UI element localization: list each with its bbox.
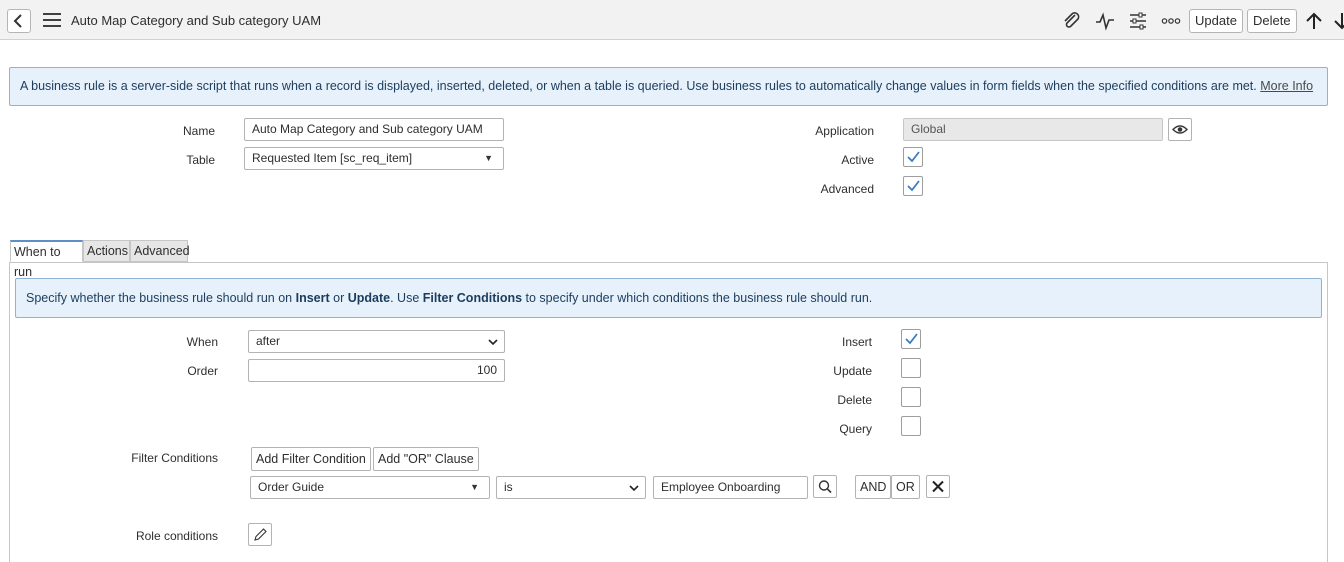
tab-advanced[interactable]: Advanced bbox=[130, 240, 190, 262]
add-filter-condition-button[interactable]: Add Filter Condition bbox=[251, 447, 371, 471]
name-label: Name bbox=[182, 124, 215, 138]
update-label: Update bbox=[833, 364, 872, 378]
close-icon bbox=[932, 480, 944, 493]
chevron-down-icon bbox=[488, 339, 498, 346]
advanced-checkbox[interactable] bbox=[903, 176, 923, 196]
arrow-up-icon[interactable] bbox=[1304, 11, 1324, 31]
view-application-button[interactable] bbox=[1168, 118, 1192, 141]
query-label: Query bbox=[839, 422, 872, 436]
form-title: Auto Map Category and Sub category UAM bbox=[71, 13, 322, 28]
delete-button[interactable]: Delete bbox=[1247, 9, 1297, 33]
update-button[interactable]: Update bbox=[1189, 9, 1243, 33]
order-label: Order bbox=[187, 364, 218, 378]
application-label: Application bbox=[815, 124, 874, 138]
chevron-left-icon bbox=[13, 14, 22, 28]
checkmark-icon bbox=[907, 151, 920, 163]
more-options-icon[interactable] bbox=[1161, 11, 1181, 31]
insert-checkbox[interactable] bbox=[901, 329, 921, 349]
active-checkbox[interactable] bbox=[903, 147, 923, 167]
update-checkbox[interactable] bbox=[901, 358, 921, 378]
dropdown-caret-icon: ▼ bbox=[484, 153, 493, 163]
remove-condition-button[interactable] bbox=[926, 475, 950, 498]
eye-icon bbox=[1172, 125, 1188, 134]
lookup-button[interactable] bbox=[813, 475, 837, 498]
back-button[interactable] bbox=[7, 9, 31, 33]
tab-when-to-run[interactable]: When to run bbox=[10, 240, 83, 279]
delete-label: Delete bbox=[837, 393, 872, 407]
settings-sliders-icon[interactable] bbox=[1128, 11, 1148, 31]
role-conditions-label: Role conditions bbox=[135, 529, 218, 543]
chevron-down-icon bbox=[629, 485, 639, 492]
table-label: Table bbox=[186, 153, 215, 167]
query-checkbox[interactable] bbox=[901, 416, 921, 436]
dropdown-caret-icon: ▼ bbox=[470, 482, 479, 492]
checkmark-icon bbox=[907, 180, 920, 192]
activity-icon[interactable] bbox=[1095, 11, 1115, 31]
insert-label: Insert bbox=[841, 335, 872, 349]
checkmark-icon bbox=[905, 333, 918, 345]
when-to-run-info-banner: Specify whether the business rule should… bbox=[15, 278, 1322, 318]
delete-checkbox[interactable] bbox=[901, 387, 921, 407]
and-button[interactable]: AND bbox=[855, 475, 892, 499]
business-rule-info-banner: A business rule is a server-side script … bbox=[9, 67, 1328, 106]
form-header: Auto Map Category and Sub category UAM U… bbox=[0, 0, 1344, 40]
condition-operator-value: is bbox=[504, 480, 513, 494]
filter-conditions-label: Filter Conditions bbox=[131, 451, 218, 465]
when-value: after bbox=[256, 334, 281, 348]
more-info-link[interactable]: More Info bbox=[1260, 79, 1313, 93]
info-text: A business rule is a server-side script … bbox=[20, 79, 1257, 93]
pencil-icon bbox=[254, 528, 267, 541]
tab-actions[interactable]: Actions bbox=[83, 240, 130, 262]
name-field[interactable]: Auto Map Category and Sub category UAM bbox=[244, 118, 504, 141]
edit-role-conditions-button[interactable] bbox=[248, 523, 272, 546]
order-field[interactable]: 100 bbox=[248, 359, 505, 382]
condition-field-value: Order Guide bbox=[258, 480, 325, 494]
paperclip-icon[interactable] bbox=[1062, 11, 1082, 31]
table-value: Requested Item [sc_req_item] bbox=[252, 151, 413, 165]
arrow-down-icon[interactable] bbox=[1332, 11, 1344, 31]
application-field: Global bbox=[903, 118, 1163, 141]
condition-field-select[interactable]: Order Guide ▼ bbox=[250, 476, 490, 499]
when-label: When bbox=[186, 335, 218, 349]
table-select[interactable]: Requested Item [sc_req_item] ▼ bbox=[244, 147, 504, 170]
hamburger-menu-icon[interactable] bbox=[43, 13, 61, 29]
active-label: Active bbox=[841, 153, 874, 167]
add-or-clause-button[interactable]: Add "OR" Clause bbox=[373, 447, 479, 471]
condition-operator-select[interactable]: is bbox=[496, 476, 646, 499]
condition-value-field[interactable]: Employee Onboarding bbox=[653, 476, 808, 499]
advanced-label: Advanced bbox=[820, 182, 874, 196]
when-select[interactable]: after bbox=[248, 330, 505, 353]
or-button[interactable]: OR bbox=[891, 475, 920, 499]
search-icon bbox=[818, 480, 832, 494]
